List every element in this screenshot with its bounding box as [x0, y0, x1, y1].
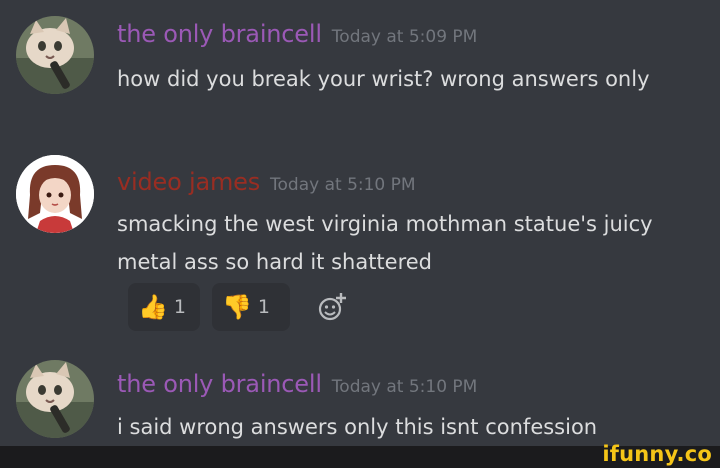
user-avatar[interactable]	[16, 360, 94, 438]
message-header: the only braincell Today at 5:10 PM	[117, 370, 477, 398]
chat-messages: the only braincell Today at 5:09 PM how d…	[0, 0, 720, 446]
cat-avatar-icon	[16, 360, 94, 438]
ifunny-watermark: ifunny.co	[602, 442, 712, 466]
username[interactable]: the only braincell	[117, 370, 322, 398]
message-3: the only braincell Today at 5:10 PM i sai…	[0, 0, 720, 446]
timestamp: Today at 5:10 PM	[331, 377, 478, 397]
